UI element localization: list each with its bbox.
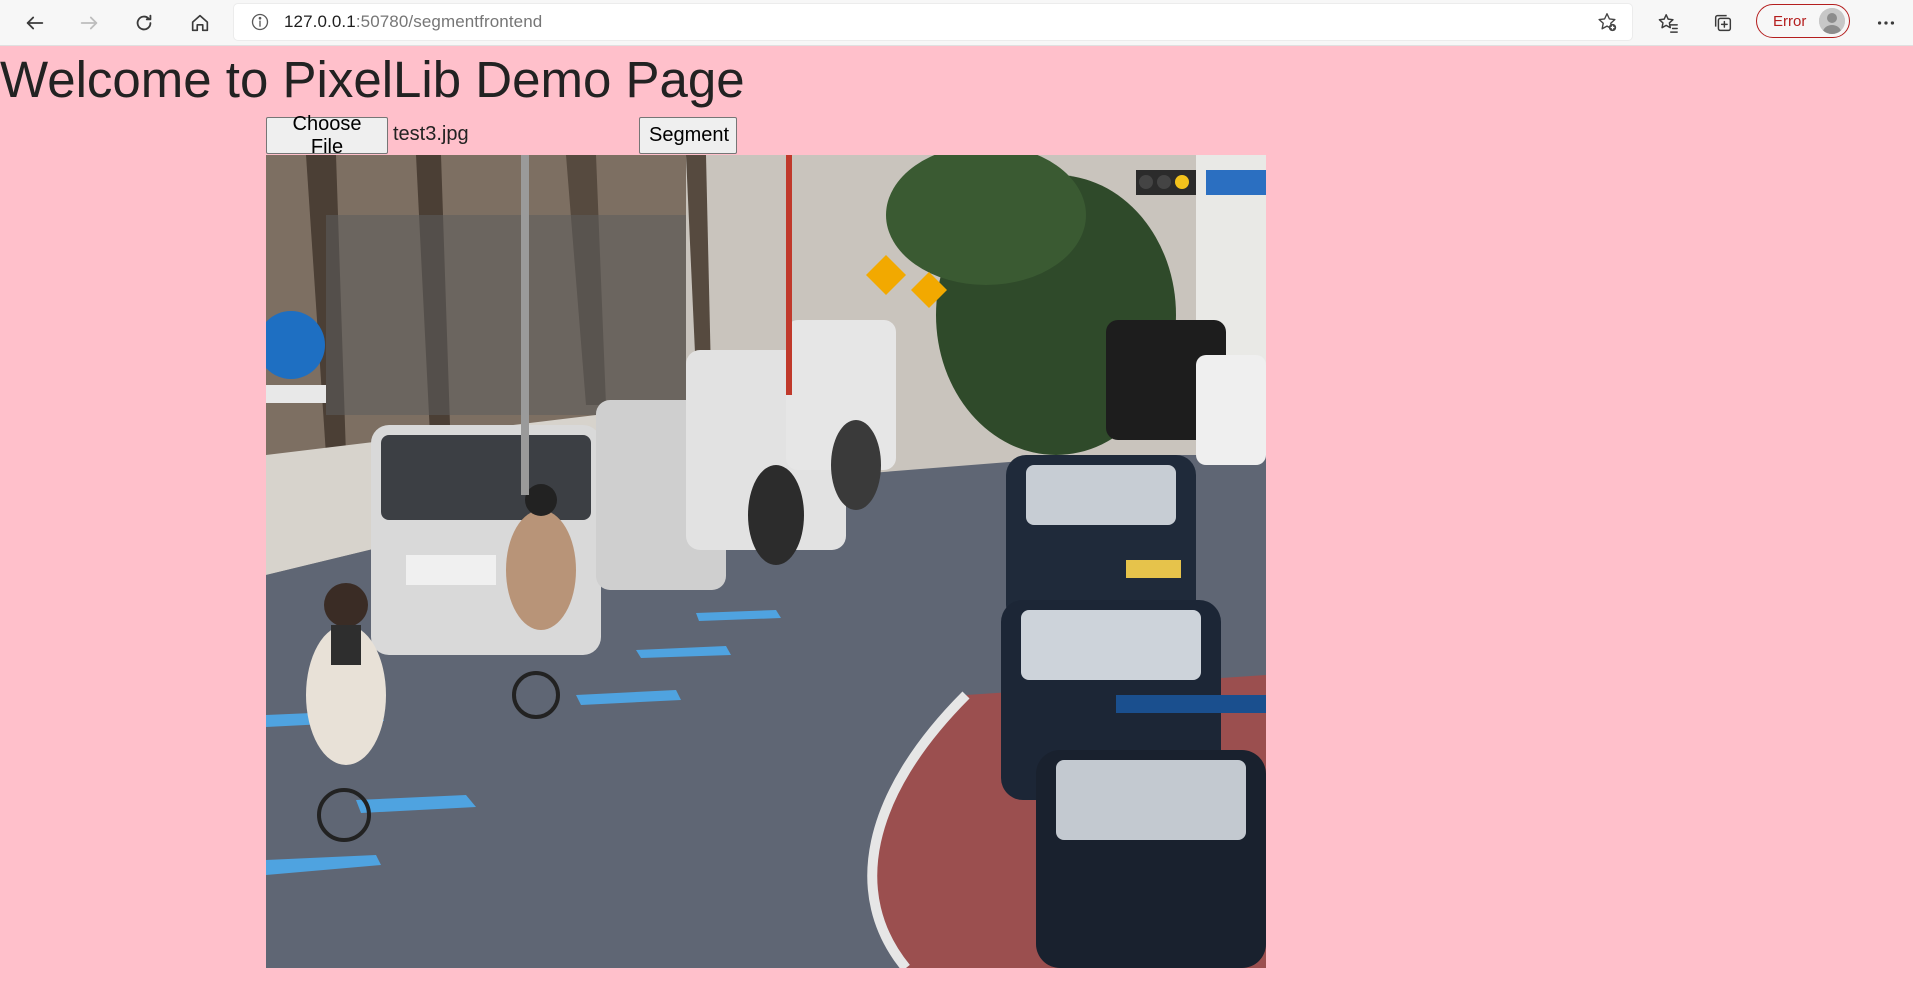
collections-icon[interactable]: [1706, 6, 1740, 40]
favorites-icon[interactable]: [1651, 6, 1685, 40]
page-title: Welcome to PixelLib Demo Page: [0, 51, 745, 108]
segment-button[interactable]: Segment: [639, 117, 737, 154]
url-text: 127.0.0.1:50780/segmentfrontend: [284, 12, 542, 32]
profile-error-button[interactable]: Error: [1756, 4, 1850, 38]
back-arrow-icon[interactable]: [18, 6, 52, 40]
forward-arrow-icon[interactable]: [72, 6, 106, 40]
home-icon[interactable]: [183, 6, 217, 40]
url-path: :50780/segmentfrontend: [355, 12, 543, 31]
page-body: Welcome to PixelLib Demo Page Choose Fil…: [0, 46, 1913, 984]
selected-file-name: test3.jpg: [393, 123, 469, 145]
address-bar[interactable]: 127.0.0.1:50780/segmentfrontend: [234, 4, 1632, 40]
profile-status-label: Error: [1773, 12, 1807, 30]
uploaded-image: [266, 155, 1266, 968]
more-dots-icon[interactable]: [1869, 6, 1903, 40]
info-icon[interactable]: [249, 11, 271, 33]
url-host: 127.0.0.1: [284, 12, 356, 31]
reload-icon[interactable]: [127, 6, 161, 40]
browser-toolbar: 127.0.0.1:50780/segmentfrontend Error: [0, 0, 1913, 46]
avatar: [1819, 8, 1845, 34]
star-plus-icon[interactable]: [1596, 11, 1618, 33]
street-photo: [266, 155, 1266, 968]
choose-file-button[interactable]: Choose File: [266, 113, 388, 158]
upload-form: Choose File test3.jpg Segment: [266, 113, 740, 158]
